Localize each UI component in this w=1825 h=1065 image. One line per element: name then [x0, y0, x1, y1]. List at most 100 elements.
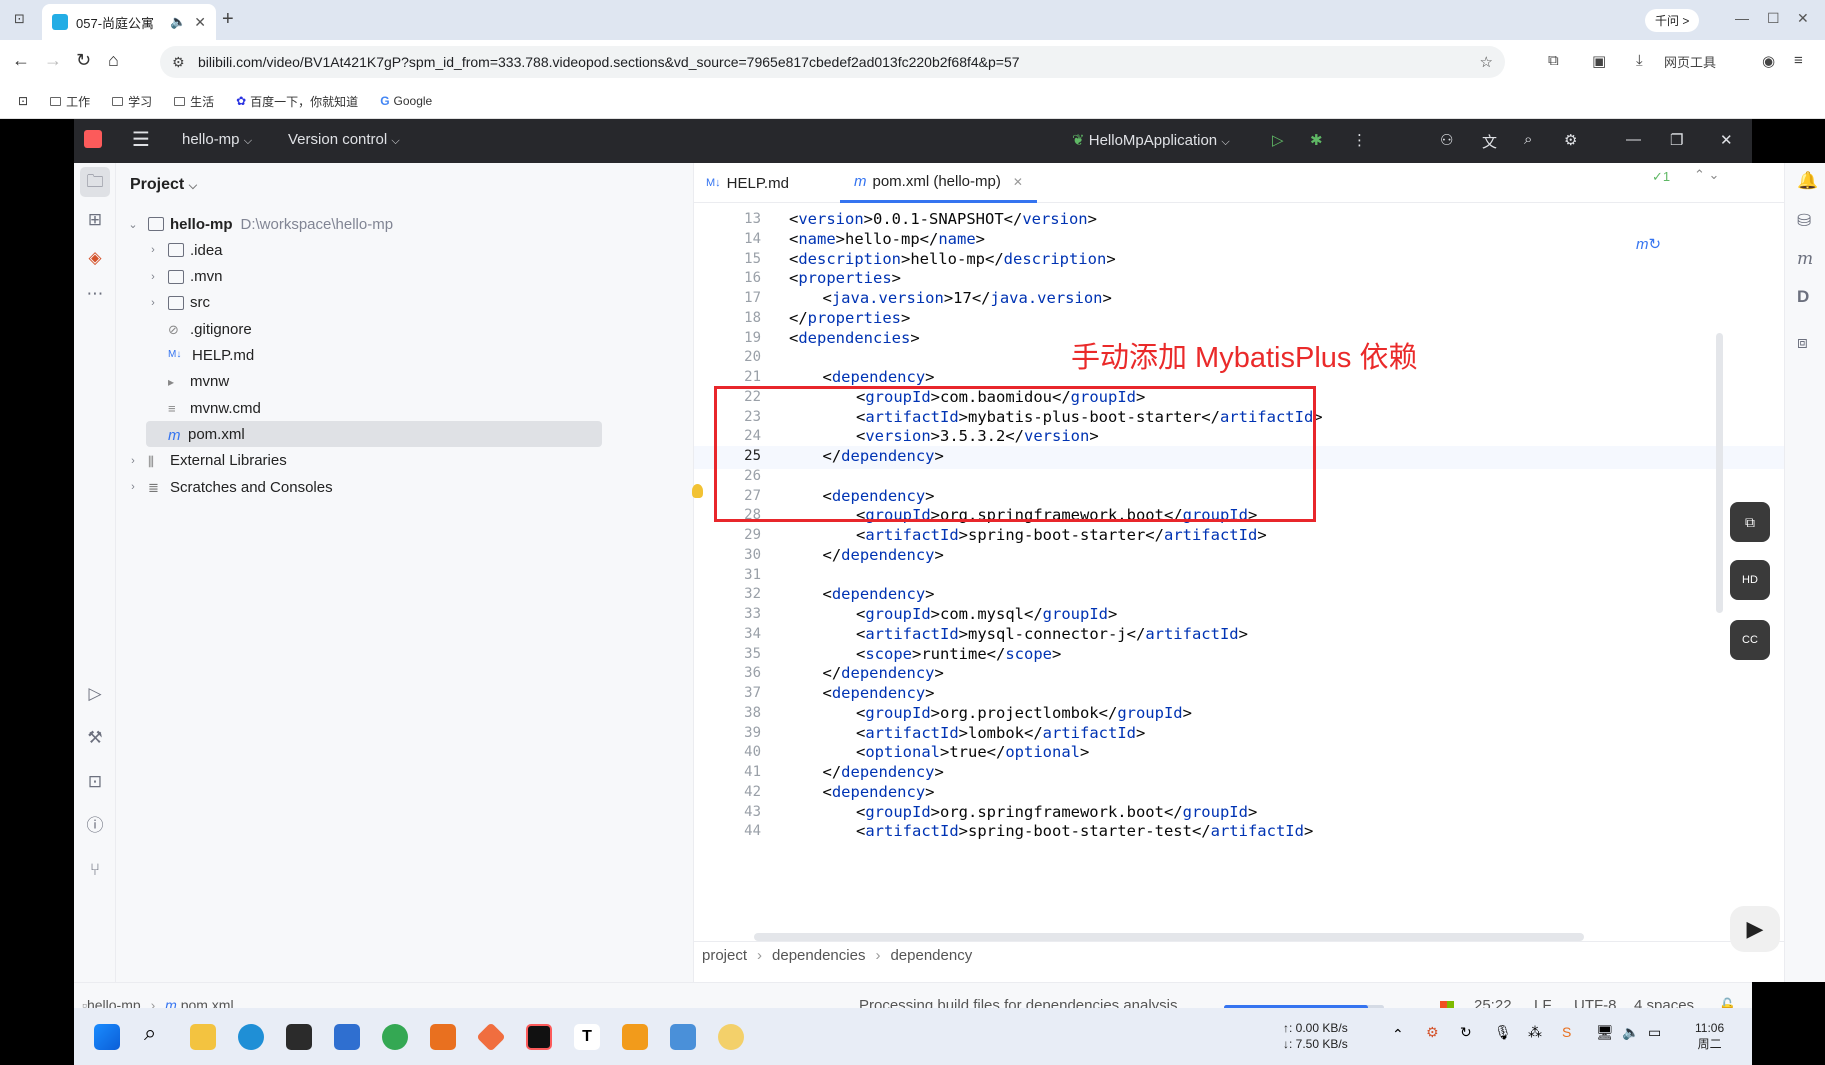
breadcrumb-item[interactable]: dependency	[890, 947, 972, 964]
breadcrumb-item[interactable]: project	[702, 947, 747, 964]
bookmark-folder[interactable]: 学习	[112, 93, 152, 110]
add-user-icon[interactable]: ⚇	[1440, 131, 1453, 149]
chevron-right-icon[interactable]: ›	[146, 244, 160, 256]
tree-item[interactable]: › ≣ Scratches and Consoles	[126, 474, 332, 500]
tree-item[interactable]: m pom.xml	[146, 421, 602, 448]
inspection-widget[interactable]: ✓1	[1652, 169, 1670, 185]
chevron-right-icon[interactable]: ›	[146, 297, 160, 309]
download-icon[interactable]: ⤓	[1636, 52, 1643, 69]
git-icon[interactable]: ⑂	[84, 859, 106, 881]
vertical-scrollbar[interactable]	[1716, 333, 1723, 613]
hd-icon[interactable]: HD	[1730, 560, 1770, 600]
ime-icon[interactable]: ⁂	[1528, 1024, 1554, 1050]
bookmark-folder[interactable]: 工作	[50, 93, 90, 110]
more-tools-icon[interactable]: ⋯	[84, 283, 106, 305]
ide-close-icon[interactable]: ✕	[1720, 131, 1733, 149]
run-config-selector[interactable]: ❦ HelloMpApplication ⌵	[1072, 131, 1230, 149]
vcs-menu[interactable]: Version control ⌵	[288, 131, 400, 148]
bookmark-google[interactable]: G Google	[380, 94, 432, 108]
main-menu-icon[interactable]: ☰	[132, 127, 150, 152]
close-tab-icon[interactable]: ✕	[1013, 175, 1023, 189]
forward-icon[interactable]: →	[44, 50, 62, 71]
speaker-icon[interactable]: 🔈	[170, 14, 186, 30]
database-icon[interactable]: ⛁	[1797, 211, 1811, 231]
tree-item[interactable]: › ⫼ External Libraries	[126, 448, 287, 474]
project-panel-title[interactable]: Project ⌵	[130, 176, 197, 194]
bookmark-folder[interactable]: 生活	[174, 93, 214, 110]
maximize-icon[interactable]: ☐	[1767, 10, 1780, 27]
ai-assistant-button[interactable]: 千问 >	[1645, 9, 1700, 32]
project-tool-icon[interactable]: 🗀	[80, 167, 110, 197]
web-tools-button[interactable]: 网页工具	[1664, 52, 1716, 71]
lightbulb-icon[interactable]	[692, 484, 703, 498]
translate-icon[interactable]: 文	[1482, 131, 1497, 152]
intellij-icon[interactable]	[526, 1024, 552, 1050]
typora-icon[interactable]: T	[574, 1024, 600, 1050]
tray-app-icon[interactable]: ⚙	[1426, 1024, 1452, 1050]
battery-icon[interactable]: ▭	[1648, 1024, 1674, 1050]
maven-reload-icon[interactable]: m↻	[1636, 235, 1661, 253]
plugin-tool-icon[interactable]: ◈	[84, 247, 106, 269]
terminal-icon[interactable]: ⊡	[84, 771, 106, 793]
bookmark-baidu[interactable]: ✿ 百度一下，你就知道	[236, 93, 358, 110]
new-tab-button[interactable]: +	[222, 8, 234, 31]
home-icon[interactable]: ⌂	[108, 50, 119, 71]
tree-item[interactable]: M↓ HELP.md	[146, 343, 254, 369]
profile-avatar-icon[interactable]: ◉	[1762, 52, 1775, 70]
build-icon[interactable]: ⚒	[84, 727, 106, 749]
search-icon[interactable]: ⌕	[144, 1020, 170, 1046]
tree-item[interactable]: ⊘ .gitignore	[146, 316, 252, 342]
ide-minimize-icon[interactable]: —	[1626, 131, 1641, 148]
bookmark-star-icon[interactable]: ☆	[1480, 53, 1493, 71]
tab-help-md[interactable]: M↓ HELP.md	[706, 163, 789, 203]
close-window-icon[interactable]: ✕	[1797, 10, 1809, 27]
services-icon[interactable]: ▷	[84, 683, 106, 705]
site-info-icon[interactable]: ⚙	[172, 54, 185, 71]
address-bar[interactable]: ⚙ bilibili.com/video/BV1At421K7gP?spm_id…	[160, 46, 1505, 78]
terminal-icon[interactable]	[286, 1024, 312, 1050]
project-switcher[interactable]: hello-mp ⌵	[182, 131, 252, 148]
screenshot-icon[interactable]: ▣	[1592, 52, 1606, 70]
notifications-icon[interactable]: 🔔	[1797, 171, 1818, 191]
start-icon[interactable]	[94, 1024, 120, 1050]
structure-tool-icon[interactable]: ⊞	[84, 209, 106, 231]
app-icon[interactable]	[430, 1024, 456, 1050]
ide-restore-icon[interactable]: ❐	[1670, 131, 1683, 149]
tree-item[interactable]: ⌄ hello-mp D:\workspace\hello-mp	[126, 211, 393, 237]
clock[interactable]: 11:06 周二	[1695, 1020, 1724, 1052]
sync-icon[interactable]: ↻	[1460, 1024, 1486, 1050]
edge-icon[interactable]	[238, 1024, 264, 1050]
close-tab-icon[interactable]: ✕	[194, 14, 206, 31]
chevron-right-icon[interactable]: ›	[146, 271, 160, 283]
chevron-right-icon[interactable]: ›	[126, 481, 140, 493]
tree-item[interactable]: › src	[146, 290, 210, 316]
ime-s-icon[interactable]: S	[1562, 1024, 1588, 1050]
store-icon[interactable]	[334, 1024, 360, 1050]
run-icon[interactable]: ▷	[1272, 131, 1284, 149]
menu-icon[interactable]: ≡	[1794, 52, 1803, 69]
network-icon[interactable]: 🖥	[1596, 1024, 1622, 1050]
remote-desktop-icon[interactable]	[670, 1024, 696, 1050]
minimize-icon[interactable]: —	[1735, 10, 1749, 26]
tray-expand-icon[interactable]: ⌃	[1392, 1026, 1418, 1052]
volume-icon[interactable]: 🔈	[1622, 1024, 1648, 1050]
breadcrumb-item[interactable]: dependencies	[772, 947, 865, 964]
debug-icon[interactable]: ✱	[1310, 131, 1323, 149]
browser-tab[interactable]: 057-尚庭公寓 🔈 ✕	[42, 4, 216, 40]
back-icon[interactable]: ←	[12, 50, 30, 71]
chevron-right-icon[interactable]: ›	[126, 455, 140, 467]
subtitle-icon[interactable]: CC	[1730, 620, 1770, 660]
mic-icon[interactable]: 🎙	[1494, 1024, 1520, 1050]
settings-icon[interactable]: ⚙	[1564, 131, 1577, 149]
search-icon[interactable]: ⌕	[1524, 131, 1532, 148]
chevron-down-icon[interactable]: ⌄	[126, 218, 140, 231]
git-client-icon[interactable]	[476, 1022, 506, 1052]
problems-icon[interactable]: ⓘ	[84, 815, 106, 837]
tree-item[interactable]: › .idea	[146, 237, 222, 263]
reload-icon[interactable]: ↻	[76, 50, 91, 71]
horizontal-scrollbar[interactable]	[754, 933, 1584, 941]
d-tool-icon[interactable]: D	[1797, 287, 1809, 307]
tab-actions-icon[interactable]: ⊡	[14, 11, 25, 27]
more-actions-icon[interactable]: ⋮	[1352, 131, 1367, 149]
tab-pom-xml[interactable]: m pom.xml (hello-mp) ✕	[840, 163, 1037, 203]
